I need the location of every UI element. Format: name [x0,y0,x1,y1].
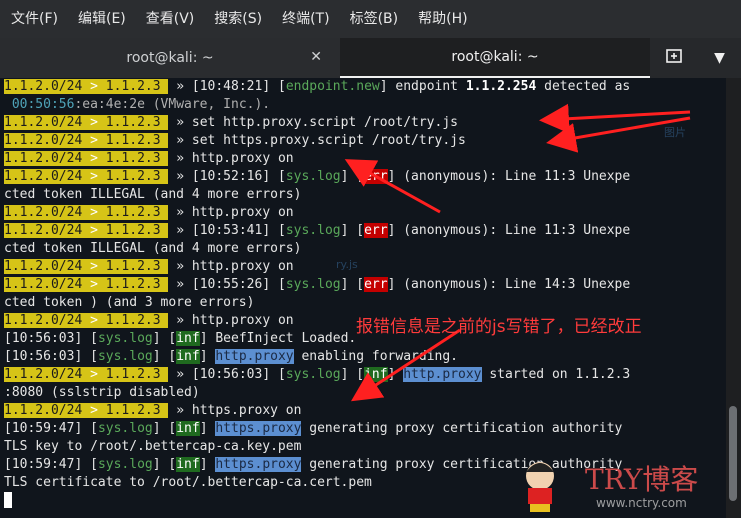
chevron-down-icon[interactable]: ▼ [714,50,725,66]
menu-view[interactable]: 查看(V) [135,0,204,38]
menu-edit[interactable]: 编辑(E) [67,0,135,38]
menu-bar: 文件(F) 编辑(E) 查看(V) 搜索(S) 终端(T) 标签(B) 帮助(H… [0,0,741,38]
command: http.proxy on [191,313,294,328]
ghost-caption: 图片 [664,126,686,139]
close-icon[interactable]: ✕ [310,49,322,65]
terminal-line: 1.1.2.0/24 > 1.1.2.3 » [10:53:41] [sys.l… [4,223,631,238]
terminal-output[interactable]: 1.1.2.0/24 > 1.1.2.3 » [10:48:21] [endpo… [0,78,726,518]
terminal-line: 1.1.2.0/24 > 1.1.2.3 » [10:55:26] [sys.l… [4,277,631,292]
terminal-line: [10:59:47] [sys.log] [inf] https.proxy g… [4,421,623,436]
new-tab-icon[interactable] [666,49,682,67]
terminal-line: cted token ) (and 3 more errors) [4,295,255,310]
terminal-line: 00:50:56:ea:4e:2e (VMware, Inc.). [4,97,271,112]
scrollbar-thumb[interactable] [729,406,737,501]
tab-label: root@kali: ~ [126,50,214,66]
menu-terminal[interactable]: 终端(T) [271,0,338,38]
terminal-line: TLS certificate to /root/.bettercap-ca.c… [4,475,372,490]
terminal-line: TLS key to /root/.bettercap-ca.key.pem [4,439,302,454]
terminal-line: 1.1.2.0/24 > 1.1.2.3 » http.proxy on [4,259,294,274]
terminal-line: cted token ILLEGAL (and 4 more errors) [4,187,302,202]
menu-tabs[interactable]: 标签(B) [339,0,408,38]
terminal-line: 1.1.2.0/24 > 1.1.2.3 » [10:52:16] [sys.l… [4,169,631,184]
terminal-line: cted token ILLEGAL (and 4 more errors) [4,241,302,256]
mascot-icon [526,462,554,512]
watermark-brand: TRY博客 [585,463,699,496]
scrollbar[interactable] [726,78,741,518]
tab-label: root@kali: ~ [451,49,539,65]
tab-terminal-2[interactable]: root@kali: ~ [340,38,650,78]
tab-terminal-1[interactable]: root@kali: ~ ✕ [0,38,340,78]
terminal-line: :8080 (sslstrip disabled) [4,385,200,400]
prompt: 1.1.2.0/24 > 1.1.2.3 [4,79,169,94]
terminal-line: 1.1.2.0/24 > 1.1.2.3 » set http.proxy.sc… [4,115,458,130]
menu-file[interactable]: 文件(F) [0,0,67,38]
terminal-line: 1.1.2.0/24 > 1.1.2.3 » [10:56:03] [sys.l… [4,367,631,382]
text-cursor [4,492,12,508]
terminal-line: 1.1.2.0/24 > 1.1.2.3 » set https.proxy.s… [4,133,466,148]
menu-search[interactable]: 搜索(S) [203,0,271,38]
terminal-line: [10:56:03] [sys.log] [inf] http.proxy en… [4,349,459,364]
command: https.proxy on [191,403,302,418]
menu-help[interactable]: 帮助(H) [407,0,476,38]
terminal-line: 1.1.2.0/24 > 1.1.2.3 » http.proxy on [4,151,294,166]
command: set https.proxy.script /root/try.js [191,133,466,148]
terminal-line: [10:56:03] [sys.log] [inf] BeefInject Lo… [4,331,357,346]
terminal-line: 1.1.2.0/24 > 1.1.2.3 » https.proxy on [4,403,302,418]
terminal-line: 1.1.2.0/24 > 1.1.2.3 » http.proxy on [4,205,294,220]
terminal-line: 1.1.2.0/24 > 1.1.2.3 » http.proxy on [4,313,294,328]
annotation-text: 报错信息是之前的js写错了，已经改正 [356,317,642,337]
command: set http.proxy.script /root/try.js [191,115,458,130]
command: http.proxy on [191,205,294,220]
command: http.proxy on [191,259,294,274]
command: http.proxy on [191,151,294,166]
terminal-line: 1.1.2.0/24 > 1.1.2.3 » [10:48:21] [endpo… [4,79,631,94]
tab-bar: root@kali: ~ ✕ root@kali: ~ ▼ [0,38,741,78]
ghost-caption: ry.js [336,258,358,271]
watermark-url: www.nctry.com [596,496,687,510]
tab-controls: ▼ [650,38,741,78]
